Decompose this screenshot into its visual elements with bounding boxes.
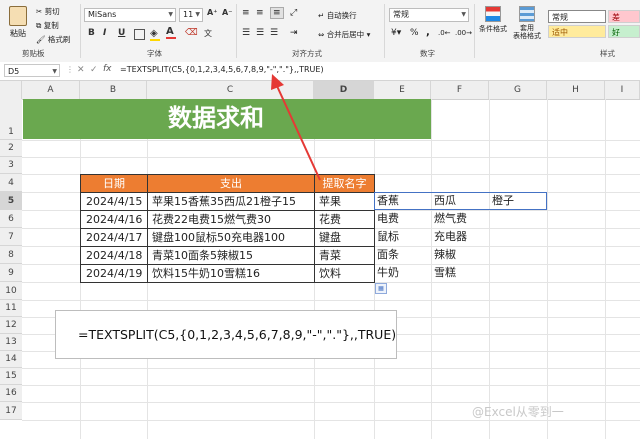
annotation-arrow bbox=[271, 74, 321, 181]
watermark: @Excel从零到一 bbox=[472, 405, 564, 419]
arrow-shaft bbox=[276, 85, 321, 181]
